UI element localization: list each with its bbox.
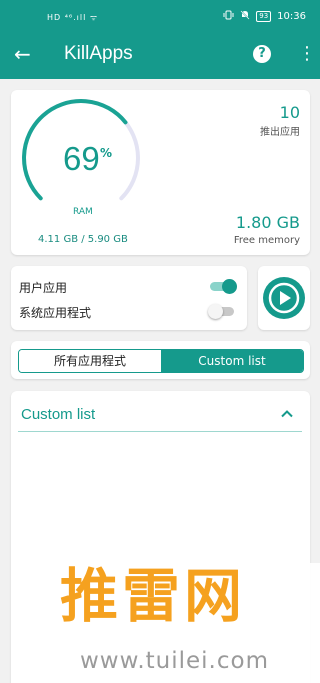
signal-indicators: HD ⁴⁶.ıll ᯤ (47, 13, 99, 22)
exited-apps-count: 10 (279, 103, 300, 122)
play-icon[interactable] (261, 275, 307, 321)
user-apps-label: 用户应用 (19, 281, 68, 295)
more-options-icon[interactable]: ⋮ (298, 44, 316, 64)
app-type-card: 用户应用 系统应用程式 (11, 266, 247, 330)
ram-card: 69 % RAM 4.11 GB / 5.90 GB 10 推出应用 1.80 … (11, 90, 310, 255)
run-card (258, 266, 310, 330)
switch-knob (208, 304, 223, 319)
chevron-up-icon[interactable] (280, 409, 294, 418)
back-arrow-icon[interactable]: ← (14, 44, 31, 64)
ram-percent: 69 (63, 140, 100, 177)
free-memory-label: Free memory (233, 235, 300, 246)
ram-label: RAM (73, 207, 93, 217)
watermark-logo: 推雷网 (60, 562, 247, 630)
watermark-url: www.tuilei.com (80, 648, 269, 674)
clock: 10:36 (277, 11, 306, 22)
app-title: KillApps (64, 43, 133, 64)
exited-apps-label: 推出应用 (260, 127, 300, 138)
custom-list-title: Custom list (21, 406, 96, 423)
tab-all-apps[interactable]: 所有应用程式 (19, 350, 161, 372)
app-bar: HD ⁴⁶.ıll ᯤ 93 10:36 ← KillApps ? ⋮ (0, 0, 320, 79)
user-apps-switch[interactable] (208, 279, 237, 294)
system-apps-label: 系统应用程式 (19, 306, 92, 320)
switch-knob (222, 279, 237, 294)
battery-icon: 93 (256, 11, 272, 22)
bell-off-icon (240, 10, 250, 23)
ram-percent-sign: % (100, 146, 113, 160)
tab-bar: 所有应用程式 Custom list (18, 349, 304, 373)
list-divider (18, 431, 302, 432)
ram-usage: 4.11 GB / 5.90 GB (38, 234, 128, 245)
status-right: 93 10:36 (223, 10, 306, 23)
tabs-card: 所有应用程式 Custom list (11, 341, 310, 379)
status-bar: HD ⁴⁶.ıll ᯤ 93 10:36 (0, 0, 320, 36)
tab-custom-list[interactable]: Custom list (161, 350, 303, 372)
system-apps-switch[interactable] (208, 304, 236, 319)
help-icon[interactable]: ? (253, 45, 271, 63)
free-memory-value: 1.80 GB (235, 213, 300, 232)
vibrate-icon (223, 10, 234, 23)
